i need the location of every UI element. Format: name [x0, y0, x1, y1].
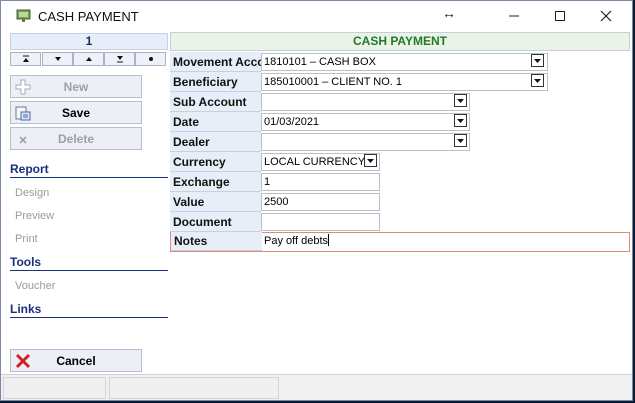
currency-dropdown[interactable] [364, 154, 377, 167]
notes-field[interactable]: Pay off debts [262, 233, 629, 251]
dealer-field[interactable] [261, 133, 470, 151]
minimize-button[interactable] [491, 1, 537, 31]
app-window: CASH PAYMENT ↔ 1 New Save Delete Report … [0, 0, 633, 401]
chevron-down-icon [534, 58, 541, 63]
sub-account-dropdown[interactable] [454, 94, 467, 107]
chevron-down-icon [457, 118, 464, 123]
document-field[interactable] [261, 213, 380, 231]
document-row: Document [170, 212, 380, 232]
last-record-icon [116, 56, 123, 63]
new-button-label: New [63, 79, 89, 94]
save-button[interactable]: Save [10, 101, 142, 124]
document-label: Document [170, 212, 261, 232]
chevron-down-icon [534, 78, 541, 83]
currency-row: Currency LOCAL CURRENCY [170, 152, 380, 172]
notes-row: Notes Pay off debts [170, 232, 630, 252]
links-heading: Links [10, 302, 168, 318]
value-row: Value 2500 [170, 192, 380, 212]
new-button[interactable]: New [10, 75, 142, 98]
resize-handle-icon[interactable]: ↔ [442, 5, 456, 21]
date-label: Date [170, 112, 261, 132]
beneficiary-label: Beneficiary [170, 72, 261, 92]
window-title: CASH PAYMENT [38, 9, 139, 24]
dealer-label: Dealer [170, 132, 261, 152]
value-field[interactable]: 2500 [261, 193, 380, 211]
exchange-row: Exchange 1 [170, 172, 380, 192]
first-record-icon [22, 55, 29, 62]
close-button[interactable] [583, 1, 629, 31]
exchange-label: Exchange [170, 172, 261, 192]
dealer-dropdown[interactable] [454, 134, 467, 147]
next-record-button[interactable] [42, 52, 73, 66]
app-icon [16, 9, 31, 22]
dot-icon [148, 57, 153, 61]
movement-account-field[interactable]: 1810101 – CASH BOX [261, 53, 548, 71]
sub-account-field[interactable] [261, 93, 470, 111]
beneficiary-field[interactable]: 185010001 – CLIENT NO. 1 [261, 73, 548, 91]
status-bar [1, 374, 632, 400]
tools-voucher-link[interactable]: Voucher [15, 280, 55, 292]
arrow-up-icon [85, 57, 92, 61]
beneficiary-dropdown[interactable] [531, 74, 544, 87]
sub-account-label: Sub Account [170, 92, 261, 112]
save-button-label: Save [61, 105, 91, 120]
chevron-down-icon [457, 98, 464, 103]
minimize-icon [509, 15, 519, 17]
movement-account-label: Movement Account [170, 52, 261, 72]
report-preview-link[interactable]: Preview [15, 210, 54, 222]
report-heading: Report [10, 162, 168, 178]
status-panel-2 [109, 377, 279, 399]
text-cursor [328, 234, 330, 246]
exchange-field[interactable]: 1 [261, 173, 380, 191]
value-label: Value [170, 192, 261, 212]
movement-account-dropdown[interactable] [531, 54, 544, 67]
sidebar: 1 New Save Delete Report Design Preview … [1, 31, 169, 374]
current-record-button[interactable] [135, 52, 166, 66]
beneficiary-row: Beneficiary 185010001 – CLIENT NO. 1 [170, 72, 548, 92]
tools-heading: Tools [10, 255, 168, 271]
title-bar: CASH PAYMENT ↔ [1, 1, 632, 31]
last-record-button[interactable] [104, 52, 135, 66]
maximize-button[interactable] [537, 1, 583, 31]
cancel-button[interactable]: Cancel [10, 349, 142, 372]
report-design-link[interactable]: Design [15, 187, 49, 199]
previous-record-button[interactable] [73, 52, 104, 66]
close-icon [600, 10, 612, 22]
notes-value: Pay off debts [264, 235, 329, 247]
first-record-button[interactable] [10, 52, 41, 66]
date-dropdown[interactable] [454, 114, 467, 127]
delete-button[interactable]: Delete [10, 127, 142, 150]
dealer-row: Dealer [170, 132, 470, 152]
cancel-button-label: Cancel [56, 353, 96, 368]
chevron-down-icon [367, 158, 374, 163]
date-field[interactable]: 01/03/2021 [261, 113, 470, 131]
currency-field[interactable]: LOCAL CURRENCY [261, 153, 380, 171]
record-number: 1 [10, 33, 168, 50]
currency-label: Currency [170, 152, 261, 172]
date-row: Date 01/03/2021 [170, 112, 470, 132]
movement-account-row: Movement Account 1810101 – CASH BOX [170, 52, 548, 72]
sub-account-row: Sub Account [170, 92, 470, 112]
maximize-icon [555, 11, 565, 21]
status-panel-1 [3, 377, 106, 399]
form-title: CASH PAYMENT [170, 32, 630, 51]
delete-button-label: Delete [57, 131, 95, 146]
report-print-link[interactable]: Print [15, 233, 38, 245]
chevron-down-icon [457, 138, 464, 143]
notes-label: Notes [171, 232, 262, 251]
arrow-down-icon [54, 57, 61, 61]
